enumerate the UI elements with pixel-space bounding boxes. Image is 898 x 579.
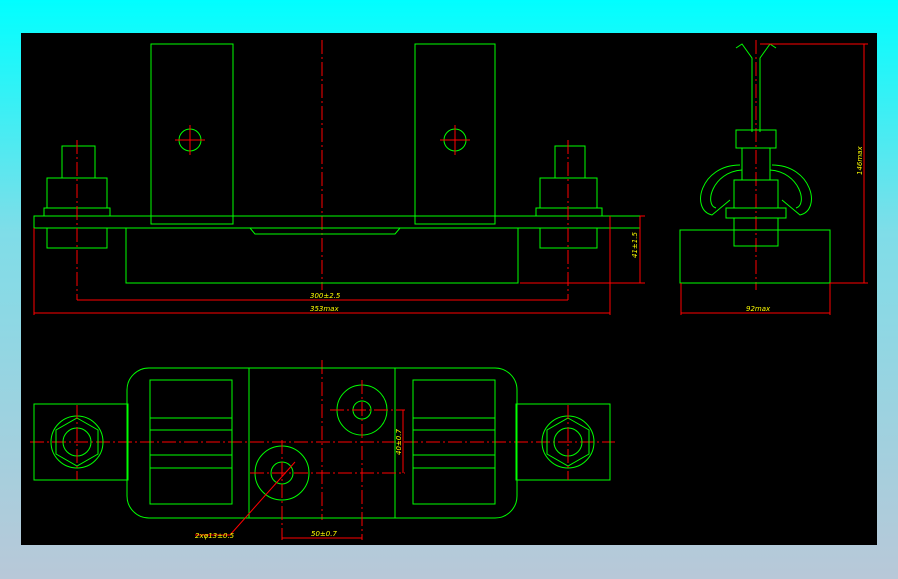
- dim-pitch: 300±2.5: [310, 292, 341, 300]
- dim-overall-height: 146max: [856, 146, 864, 175]
- front-view: 300±2.5 353max 41±1.5: [33, 40, 645, 315]
- dim-holes: 2xφ13±0.5: [195, 532, 235, 540]
- side-view: 146max 92max: [679, 40, 868, 315]
- fuse-base-drawing: 300±2.5 353max 41±1.5 146max 92max 2xφ13…: [30, 40, 868, 540]
- dim-hole-spacing-x: 50±0.7: [311, 530, 337, 538]
- dim-overall-length: 353max: [310, 305, 339, 313]
- dim-width: 92max: [746, 305, 771, 313]
- cad-drawing-canvas[interactable]: 300±2.5 353max 41±1.5 146max 92max 2xφ13…: [21, 33, 877, 545]
- dim-hole-spacing-y: 40±0.7: [395, 429, 403, 455]
- dim-base-height: 41±1.5: [631, 232, 639, 258]
- top-view: 2xφ13±0.5 50±0.7 40±0.7: [30, 360, 615, 540]
